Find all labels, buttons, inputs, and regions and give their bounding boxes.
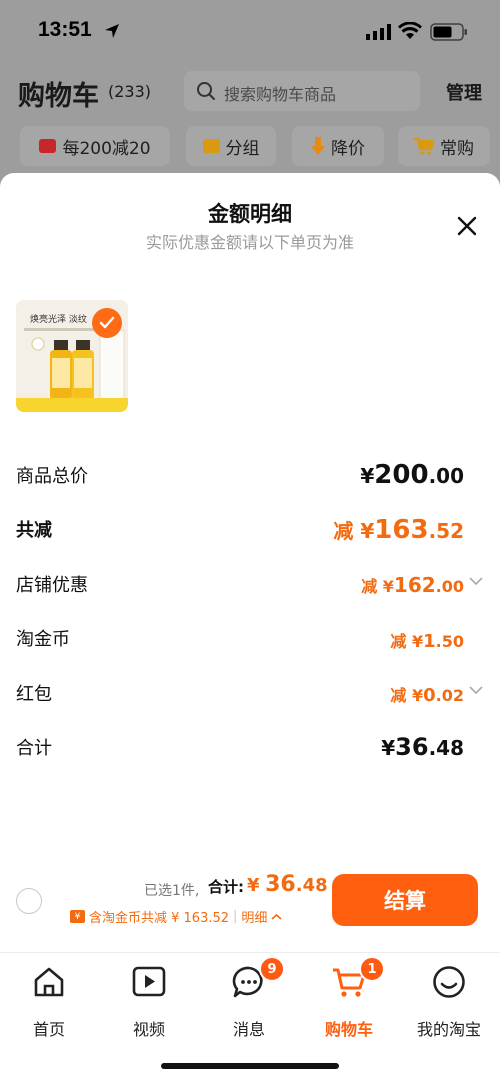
product-banner-text: 焕亮光泽 淡纹	[30, 313, 87, 325]
home-icon	[34, 967, 64, 997]
cart-badge: 1	[359, 956, 385, 982]
chip-group[interactable]: 分组	[186, 126, 276, 166]
tab-label: 视频	[132, 1020, 165, 1039]
search-icon	[197, 82, 215, 100]
row-goods-total-value: ¥200.00	[360, 460, 464, 490]
coin-discount-text: 含淘金币共减 ¥ 163.52	[89, 911, 230, 926]
cart-count: (233)	[108, 82, 152, 101]
coin-icon: ¥	[70, 910, 85, 923]
battery-icon	[430, 23, 467, 41]
home-indicator[interactable]	[161, 1063, 339, 1069]
chip-frequent[interactable]: 常购	[398, 126, 490, 166]
row-red-packet-label: 红包	[16, 684, 52, 705]
total-label: 合计:	[208, 878, 244, 896]
chip-label: 分组	[225, 138, 260, 159]
row-sum-value: ¥36.48	[381, 733, 464, 761]
location-arrow-icon	[105, 24, 119, 38]
message-badge: 9	[259, 956, 285, 982]
video-play-icon	[132, 966, 166, 997]
status-time: 13:51	[38, 18, 92, 41]
sheet-subtitle: 实际优惠金额请以下单页为准	[145, 233, 354, 252]
selected-count: 已选1件,	[144, 883, 200, 899]
tab-label: 购物车	[324, 1020, 373, 1039]
chip-label: 每200减20	[62, 138, 151, 159]
coin-discount-line[interactable]: ¥ 含淘金币共减 ¥ 163.52 | 明细	[70, 907, 282, 926]
chevron-down-icon[interactable]	[469, 576, 483, 586]
row-total-discount-label: 共减	[16, 520, 52, 541]
folder-icon	[202, 139, 220, 153]
sheet-title: 金额明细	[208, 202, 292, 226]
signal-icon	[366, 24, 391, 40]
row-goods-total-label: 商品总价	[16, 466, 88, 487]
chevron-down-icon[interactable]	[469, 685, 483, 695]
row-store-discount-label: 店铺优惠	[16, 575, 88, 596]
status-bar: 13:51	[0, 0, 500, 62]
row-red-packet-value[interactable]: 减 ¥0.02	[390, 682, 464, 706]
chip-label: 常购	[440, 138, 474, 159]
chip-label: 降价	[331, 138, 365, 159]
row-taojinbi-value: 减 ¥1.50	[390, 631, 464, 652]
detail-link[interactable]: 明细	[241, 907, 267, 926]
chip-full-reduction[interactable]: 每200减20	[20, 126, 170, 166]
tab-label: 我的淘宝	[416, 1020, 481, 1039]
app-root: 13:51 购物车 (233) 搜索购物车商品 管理 每200减20 分组 降价…	[0, 0, 500, 1083]
coupon-icon	[39, 139, 57, 153]
row-taojinbi-label: 淘金币	[16, 629, 70, 650]
total-amount: ¥ 36.48	[247, 872, 328, 897]
chip-price-drop[interactable]: 降价	[292, 126, 384, 166]
search-placeholder: 搜索购物车商品	[224, 85, 337, 104]
close-icon[interactable]	[455, 214, 479, 238]
wifi-icon	[398, 22, 422, 39]
select-all-radio[interactable]	[16, 888, 42, 914]
search-input[interactable]: 搜索购物车商品	[184, 71, 420, 111]
tab-label: 消息	[232, 1020, 265, 1039]
manage-button[interactable]: 管理	[446, 79, 482, 105]
tab-label: 首页	[32, 1020, 65, 1039]
product-selected-check[interactable]	[92, 308, 122, 338]
price-drop-icon	[311, 137, 325, 155]
cart-icon	[414, 137, 434, 155]
profile-smile-icon	[433, 966, 465, 998]
page-title: 购物车	[18, 81, 99, 112]
checkmark-icon	[99, 316, 115, 329]
settle-button[interactable]: 结算	[332, 874, 478, 926]
row-sum-label: 合计	[16, 738, 52, 759]
row-total-discount-value: 减 ¥163.52	[333, 515, 464, 545]
row-store-discount-value[interactable]: 减 ¥162.00	[361, 573, 464, 597]
chevron-up-icon[interactable]	[271, 913, 282, 921]
